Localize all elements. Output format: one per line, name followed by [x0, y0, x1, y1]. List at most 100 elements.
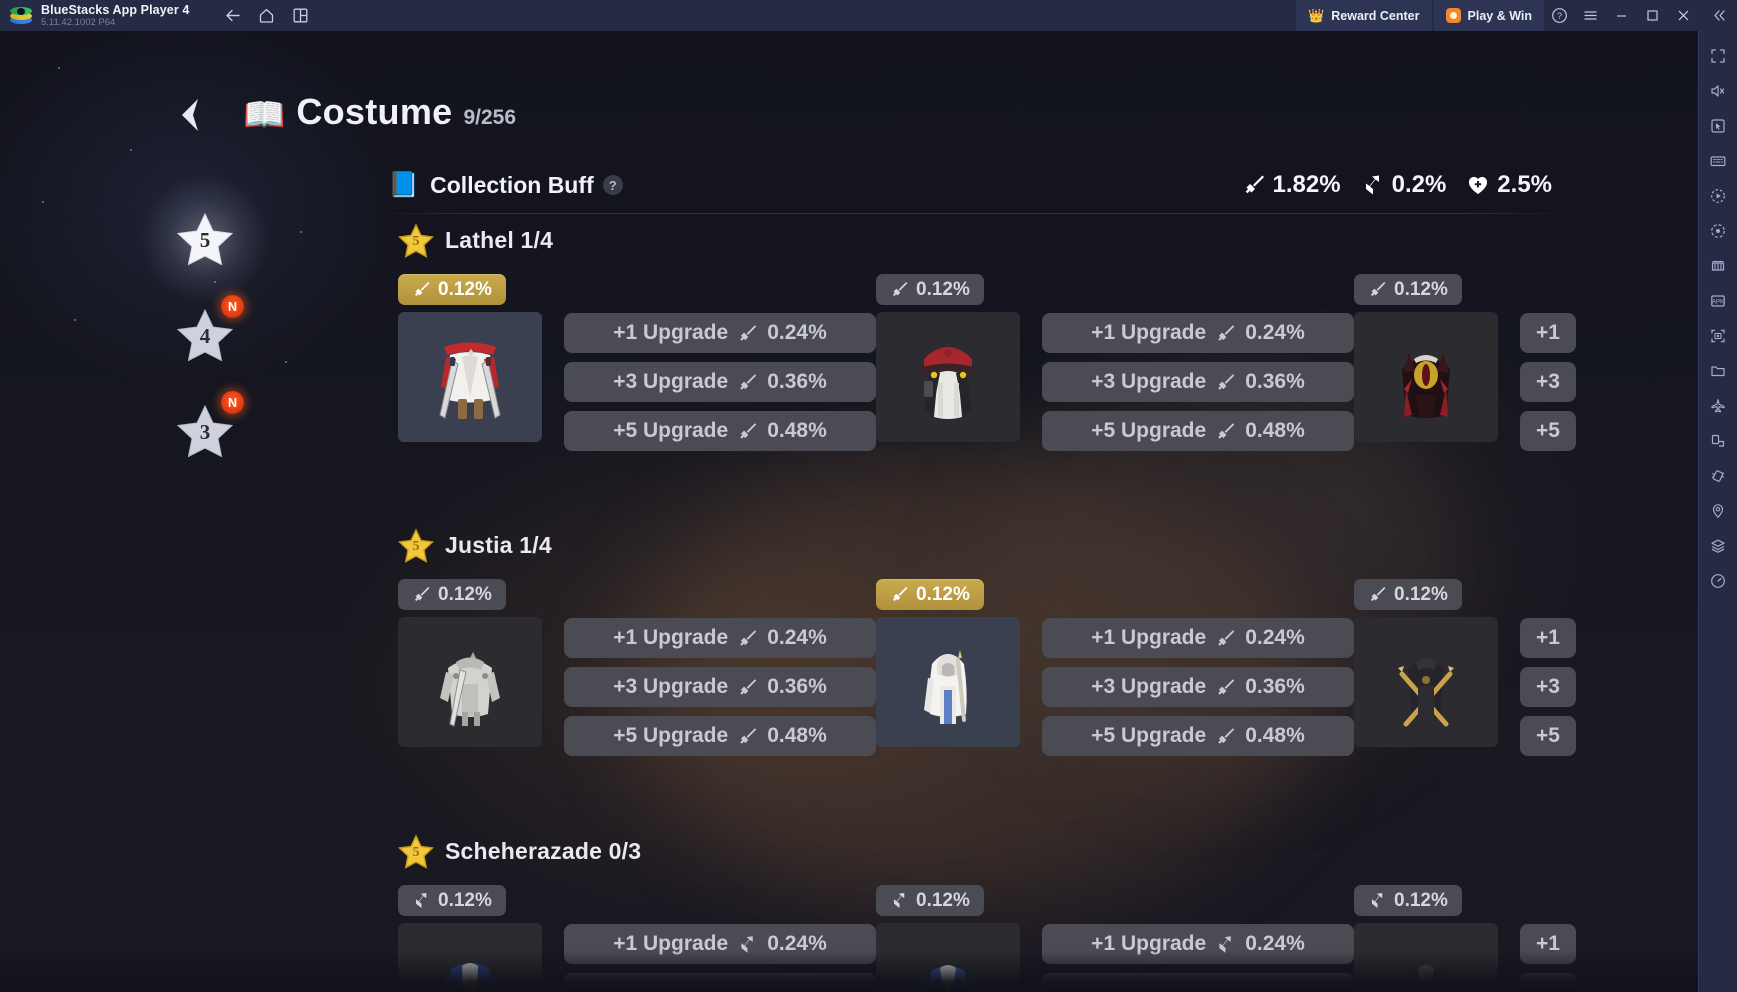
meter-icon[interactable] — [1701, 564, 1735, 597]
upgrade-button[interactable]: +1 Upgrade 0.24% — [1042, 313, 1354, 353]
play-and-win-button[interactable]: Play & Win — [1433, 0, 1544, 31]
multi-instance-manager-icon[interactable] — [1701, 249, 1735, 282]
stat-badge: 0.12% — [398, 274, 506, 305]
upgrade-button[interactable]: +5 — [1520, 411, 1576, 451]
upgrade-label: +5 Upgrade — [1091, 724, 1207, 747]
upgrade-button[interactable]: +3 Upgrade 0.36% — [564, 362, 876, 402]
page-title: Costume — [296, 91, 453, 132]
upgrade-button[interactable]: +1 Upgrade 0.24% — [1042, 924, 1354, 964]
costume-slot-left: 0.12% — [398, 274, 544, 442]
upgrade-button[interactable]: +3 Upgrade 0.36% — [564, 667, 876, 707]
upgrade-button[interactable]: +3 — [1520, 362, 1576, 402]
costume-thumbnail[interactable] — [1354, 617, 1498, 747]
back-icon[interactable] — [215, 0, 249, 31]
upgrade-value: 0.36% — [767, 370, 827, 393]
keyboard-icon[interactable] — [1701, 144, 1735, 177]
mute-icon[interactable] — [1701, 74, 1735, 107]
costume-thumbnail[interactable] — [1354, 312, 1498, 442]
upgrade-button[interactable]: +5 Upgrade 0.48% — [1042, 411, 1354, 451]
stat-badge-value: 0.12% — [916, 278, 970, 300]
upgrade-value: 0.48% — [1245, 419, 1305, 442]
upgrade-button[interactable]: +3 — [1520, 667, 1576, 707]
upgrade-button[interactable]: +5 — [1520, 716, 1576, 756]
record-icon[interactable] — [1701, 214, 1735, 247]
costume-slot: 0.12% — [876, 274, 1354, 451]
upgrade-label-short: +1 — [1536, 626, 1560, 649]
star-nav-item-4[interactable]: 4 N — [150, 287, 260, 383]
upgrade-label-short: +1 — [1536, 932, 1560, 955]
upgrade-label: +3 Upgrade — [1091, 370, 1207, 393]
costume-slot-left: 0.12% — [1354, 274, 1500, 442]
bluestacks-tool-rail: APK — [1698, 31, 1737, 992]
upgrade-button[interactable] — [1042, 973, 1354, 992]
costume-thumbnail[interactable] — [398, 312, 542, 442]
attack-icon — [890, 585, 909, 604]
costume-slot: 0.12% — [876, 885, 1354, 992]
airplane-icon[interactable] — [1701, 389, 1735, 422]
fullscreen-icon[interactable] — [1701, 39, 1735, 72]
layers-icon[interactable] — [1701, 529, 1735, 562]
rotate-portrait-icon[interactable] — [1701, 424, 1735, 457]
upgrade-button[interactable]: +3 Upgrade 0.36% — [1042, 362, 1354, 402]
upgrade-button[interactable]: +1 Upgrade 0.24% — [564, 313, 876, 353]
back-button[interactable] — [168, 93, 212, 137]
stat-badge-value: 0.12% — [916, 583, 970, 605]
buff-stat-value: 2.5% — [1497, 171, 1552, 198]
costume-slot-left: 0.12% — [398, 885, 544, 992]
shake-icon[interactable] — [1701, 459, 1735, 492]
star-nav-item-3[interactable]: 3 N — [150, 383, 260, 479]
maximize-icon[interactable] — [1637, 0, 1668, 31]
minimize-icon[interactable] — [1606, 0, 1637, 31]
help-icon[interactable]: ? — [602, 175, 623, 195]
close-icon[interactable] — [1668, 0, 1699, 31]
home-icon[interactable] — [249, 0, 283, 31]
upgrade-value: 0.24% — [1245, 932, 1305, 955]
costume-slot: 0.12% — [398, 579, 876, 756]
costume-thumbnail[interactable] — [876, 312, 1020, 442]
attack-icon — [1368, 585, 1387, 604]
collection-buff-title: Collection Buff — [430, 171, 594, 198]
upgrade-button[interactable]: +1 Upgrade 0.24% — [564, 924, 876, 964]
star-nav-item-5[interactable]: 5 — [140, 174, 270, 304]
location-icon[interactable] — [1701, 494, 1735, 527]
costume-slot: 0.12% — [876, 579, 1354, 756]
install-apk-icon[interactable]: APK — [1701, 284, 1735, 317]
speed-icon — [1361, 173, 1385, 197]
costume-slot: 0.12% — [1354, 274, 1578, 451]
upgrade-button[interactable]: +5 Upgrade 0.48% — [564, 716, 876, 756]
upgrade-button[interactable]: +1 — [1520, 313, 1576, 353]
costume-upgrades: +1 Upgrade 0.24% +3 Upgrade 0.36% +5 Upg… — [1022, 579, 1354, 756]
upgrade-button[interactable]: +1 Upgrade 0.24% — [564, 618, 876, 658]
costume-slot: 0.12% +1 — [1354, 885, 1578, 992]
upgrade-button[interactable]: +1 — [1520, 618, 1576, 658]
upgrade-button[interactable]: +1 Upgrade 0.24% — [1042, 618, 1354, 658]
upgrade-label: +1 Upgrade — [1091, 626, 1207, 649]
collapse-rail-icon[interactable] — [1699, 0, 1737, 31]
media-folder-icon[interactable] — [1701, 354, 1735, 387]
upgrade-button[interactable]: +5 Upgrade 0.48% — [1042, 716, 1354, 756]
costume-thumbnail[interactable] — [876, 617, 1020, 747]
macro-icon[interactable] — [1701, 179, 1735, 212]
stat-badge-value: 0.12% — [1394, 278, 1448, 300]
costume-thumbnail[interactable] — [398, 617, 542, 747]
upgrade-button[interactable]: +3 Upgrade 0.36% — [1042, 667, 1354, 707]
upgrade-value: 0.36% — [1245, 370, 1305, 393]
costume-slot-left: 0.12% — [1354, 579, 1500, 747]
pointer-icon[interactable] — [1701, 109, 1735, 142]
upgrade-button[interactable] — [1520, 973, 1576, 992]
costume-thumbnail[interactable] — [876, 923, 1020, 992]
help-icon[interactable]: ? — [1544, 0, 1575, 31]
upgrade-label: +5 Upgrade — [613, 724, 729, 747]
attack-icon — [737, 628, 758, 649]
svg-text:?: ? — [1557, 11, 1562, 21]
multi-instance-icon[interactable] — [283, 0, 317, 31]
upgrade-button[interactable]: +5 Upgrade 0.48% — [564, 411, 876, 451]
menu-icon[interactable] — [1575, 0, 1606, 31]
costume-thumbnail[interactable] — [1354, 923, 1498, 992]
reward-center-button[interactable]: 👑 Reward Center — [1296, 0, 1432, 31]
upgrade-button[interactable]: +1 — [1520, 924, 1576, 964]
upgrade-button[interactable] — [564, 973, 876, 992]
upgrade-value: 0.48% — [1245, 724, 1305, 747]
costume-thumbnail[interactable] — [398, 923, 542, 992]
screenshot-icon[interactable] — [1701, 319, 1735, 352]
